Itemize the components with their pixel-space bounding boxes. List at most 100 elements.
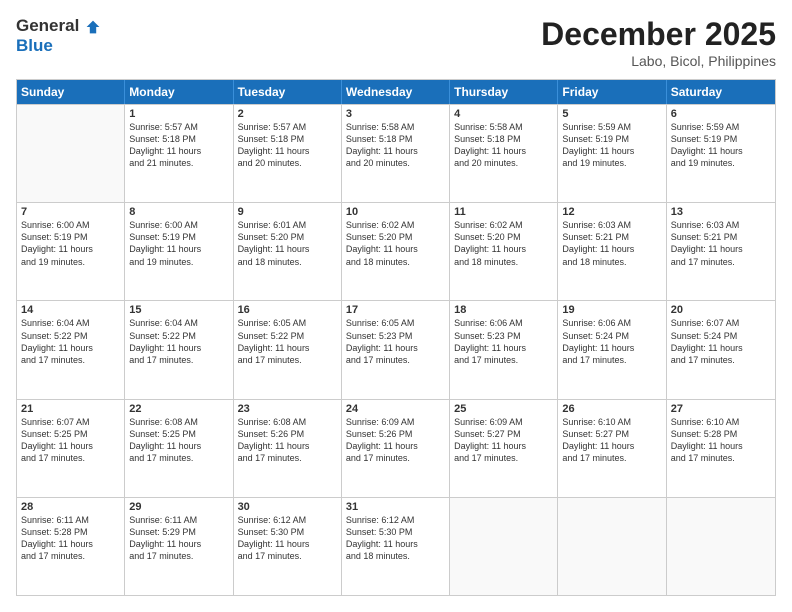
calendar-cell-9: 9Sunrise: 6:01 AM Sunset: 5:20 PM Daylig… xyxy=(234,203,342,300)
day-number: 10 xyxy=(346,206,445,218)
calendar-cell-28: 28Sunrise: 6:11 AM Sunset: 5:28 PM Dayli… xyxy=(17,498,125,595)
day-number: 25 xyxy=(454,403,553,415)
cell-info: Sunrise: 6:09 AM Sunset: 5:27 PM Dayligh… xyxy=(454,416,553,465)
calendar-row-3: 14Sunrise: 6:04 AM Sunset: 5:22 PM Dayli… xyxy=(17,300,775,398)
cell-info: Sunrise: 6:12 AM Sunset: 5:30 PM Dayligh… xyxy=(346,514,445,563)
day-number: 26 xyxy=(562,403,661,415)
calendar-cell-30: 30Sunrise: 6:12 AM Sunset: 5:30 PM Dayli… xyxy=(234,498,342,595)
weekday-header-tuesday: Tuesday xyxy=(234,80,342,104)
day-number: 24 xyxy=(346,403,445,415)
weekday-header-saturday: Saturday xyxy=(667,80,775,104)
cell-info: Sunrise: 6:07 AM Sunset: 5:24 PM Dayligh… xyxy=(671,317,771,366)
day-number: 23 xyxy=(238,403,337,415)
cell-info: Sunrise: 6:10 AM Sunset: 5:28 PM Dayligh… xyxy=(671,416,771,465)
cell-info: Sunrise: 6:05 AM Sunset: 5:23 PM Dayligh… xyxy=(346,317,445,366)
calendar-header: SundayMondayTuesdayWednesdayThursdayFrid… xyxy=(17,80,775,104)
calendar-cell-27: 27Sunrise: 6:10 AM Sunset: 5:28 PM Dayli… xyxy=(667,400,775,497)
calendar-cell-18: 18Sunrise: 6:06 AM Sunset: 5:23 PM Dayli… xyxy=(450,301,558,398)
day-number: 13 xyxy=(671,206,771,218)
cell-info: Sunrise: 6:08 AM Sunset: 5:25 PM Dayligh… xyxy=(129,416,228,465)
day-number: 17 xyxy=(346,304,445,316)
cell-info: Sunrise: 6:02 AM Sunset: 5:20 PM Dayligh… xyxy=(454,219,553,268)
calendar-cell-13: 13Sunrise: 6:03 AM Sunset: 5:21 PM Dayli… xyxy=(667,203,775,300)
day-number: 30 xyxy=(238,501,337,513)
logo: General Blue xyxy=(16,16,102,56)
day-number: 16 xyxy=(238,304,337,316)
calendar-cell-5: 5Sunrise: 5:59 AM Sunset: 5:19 PM Daylig… xyxy=(558,105,666,202)
calendar-cell-21: 21Sunrise: 6:07 AM Sunset: 5:25 PM Dayli… xyxy=(17,400,125,497)
cell-info: Sunrise: 6:10 AM Sunset: 5:27 PM Dayligh… xyxy=(562,416,661,465)
day-number: 11 xyxy=(454,206,553,218)
cell-info: Sunrise: 6:05 AM Sunset: 5:22 PM Dayligh… xyxy=(238,317,337,366)
title-block: December 2025 Labo, Bicol, Philippines xyxy=(541,16,776,69)
cell-info: Sunrise: 6:11 AM Sunset: 5:28 PM Dayligh… xyxy=(21,514,120,563)
cell-info: Sunrise: 5:59 AM Sunset: 5:19 PM Dayligh… xyxy=(562,121,661,170)
calendar-cell-31: 31Sunrise: 6:12 AM Sunset: 5:30 PM Dayli… xyxy=(342,498,450,595)
cell-info: Sunrise: 6:06 AM Sunset: 5:23 PM Dayligh… xyxy=(454,317,553,366)
calendar-cell-29: 29Sunrise: 6:11 AM Sunset: 5:29 PM Dayli… xyxy=(125,498,233,595)
cell-info: Sunrise: 6:08 AM Sunset: 5:26 PM Dayligh… xyxy=(238,416,337,465)
page: General Blue December 2025 Labo, Bicol, … xyxy=(0,0,792,612)
calendar: SundayMondayTuesdayWednesdayThursdayFrid… xyxy=(16,79,776,596)
calendar-cell-23: 23Sunrise: 6:08 AM Sunset: 5:26 PM Dayli… xyxy=(234,400,342,497)
cell-info: Sunrise: 5:57 AM Sunset: 5:18 PM Dayligh… xyxy=(129,121,228,170)
day-number: 19 xyxy=(562,304,661,316)
calendar-cell-empty xyxy=(17,105,125,202)
day-number: 29 xyxy=(129,501,228,513)
cell-info: Sunrise: 6:12 AM Sunset: 5:30 PM Dayligh… xyxy=(238,514,337,563)
cell-info: Sunrise: 6:00 AM Sunset: 5:19 PM Dayligh… xyxy=(129,219,228,268)
day-number: 5 xyxy=(562,108,661,120)
weekday-header-friday: Friday xyxy=(558,80,666,104)
day-number: 20 xyxy=(671,304,771,316)
day-number: 18 xyxy=(454,304,553,316)
calendar-row-1: 1Sunrise: 5:57 AM Sunset: 5:18 PM Daylig… xyxy=(17,104,775,202)
calendar-cell-6: 6Sunrise: 5:59 AM Sunset: 5:19 PM Daylig… xyxy=(667,105,775,202)
calendar-cell-20: 20Sunrise: 6:07 AM Sunset: 5:24 PM Dayli… xyxy=(667,301,775,398)
cell-info: Sunrise: 6:03 AM Sunset: 5:21 PM Dayligh… xyxy=(671,219,771,268)
cell-info: Sunrise: 6:02 AM Sunset: 5:20 PM Dayligh… xyxy=(346,219,445,268)
calendar-cell-22: 22Sunrise: 6:08 AM Sunset: 5:25 PM Dayli… xyxy=(125,400,233,497)
weekday-header-wednesday: Wednesday xyxy=(342,80,450,104)
day-number: 15 xyxy=(129,304,228,316)
weekday-header-monday: Monday xyxy=(125,80,233,104)
calendar-cell-14: 14Sunrise: 6:04 AM Sunset: 5:22 PM Dayli… xyxy=(17,301,125,398)
cell-info: Sunrise: 5:58 AM Sunset: 5:18 PM Dayligh… xyxy=(346,121,445,170)
calendar-cell-empty xyxy=(558,498,666,595)
day-number: 28 xyxy=(21,501,120,513)
cell-info: Sunrise: 5:59 AM Sunset: 5:19 PM Dayligh… xyxy=(671,121,771,170)
calendar-cell-3: 3Sunrise: 5:58 AM Sunset: 5:18 PM Daylig… xyxy=(342,105,450,202)
weekday-header-sunday: Sunday xyxy=(17,80,125,104)
day-number: 21 xyxy=(21,403,120,415)
logo-icon xyxy=(85,19,101,35)
calendar-cell-11: 11Sunrise: 6:02 AM Sunset: 5:20 PM Dayli… xyxy=(450,203,558,300)
month-title: December 2025 xyxy=(541,16,776,53)
calendar-cell-25: 25Sunrise: 6:09 AM Sunset: 5:27 PM Dayli… xyxy=(450,400,558,497)
calendar-cell-26: 26Sunrise: 6:10 AM Sunset: 5:27 PM Dayli… xyxy=(558,400,666,497)
calendar-row-4: 21Sunrise: 6:07 AM Sunset: 5:25 PM Dayli… xyxy=(17,399,775,497)
cell-info: Sunrise: 6:06 AM Sunset: 5:24 PM Dayligh… xyxy=(562,317,661,366)
weekday-header-thursday: Thursday xyxy=(450,80,558,104)
cell-info: Sunrise: 6:00 AM Sunset: 5:19 PM Dayligh… xyxy=(21,219,120,268)
calendar-cell-10: 10Sunrise: 6:02 AM Sunset: 5:20 PM Dayli… xyxy=(342,203,450,300)
calendar-cell-17: 17Sunrise: 6:05 AM Sunset: 5:23 PM Dayli… xyxy=(342,301,450,398)
day-number: 7 xyxy=(21,206,120,218)
day-number: 4 xyxy=(454,108,553,120)
day-number: 2 xyxy=(238,108,337,120)
day-number: 6 xyxy=(671,108,771,120)
day-number: 1 xyxy=(129,108,228,120)
calendar-cell-12: 12Sunrise: 6:03 AM Sunset: 5:21 PM Dayli… xyxy=(558,203,666,300)
day-number: 8 xyxy=(129,206,228,218)
cell-info: Sunrise: 5:57 AM Sunset: 5:18 PM Dayligh… xyxy=(238,121,337,170)
location: Labo, Bicol, Philippines xyxy=(541,53,776,69)
cell-info: Sunrise: 5:58 AM Sunset: 5:18 PM Dayligh… xyxy=(454,121,553,170)
calendar-body: 1Sunrise: 5:57 AM Sunset: 5:18 PM Daylig… xyxy=(17,104,775,595)
cell-info: Sunrise: 6:11 AM Sunset: 5:29 PM Dayligh… xyxy=(129,514,228,563)
day-number: 27 xyxy=(671,403,771,415)
calendar-row-2: 7Sunrise: 6:00 AM Sunset: 5:19 PM Daylig… xyxy=(17,202,775,300)
calendar-cell-4: 4Sunrise: 5:58 AM Sunset: 5:18 PM Daylig… xyxy=(450,105,558,202)
calendar-cell-15: 15Sunrise: 6:04 AM Sunset: 5:22 PM Dayli… xyxy=(125,301,233,398)
cell-info: Sunrise: 6:07 AM Sunset: 5:25 PM Dayligh… xyxy=(21,416,120,465)
cell-info: Sunrise: 6:04 AM Sunset: 5:22 PM Dayligh… xyxy=(21,317,120,366)
cell-info: Sunrise: 6:04 AM Sunset: 5:22 PM Dayligh… xyxy=(129,317,228,366)
day-number: 12 xyxy=(562,206,661,218)
